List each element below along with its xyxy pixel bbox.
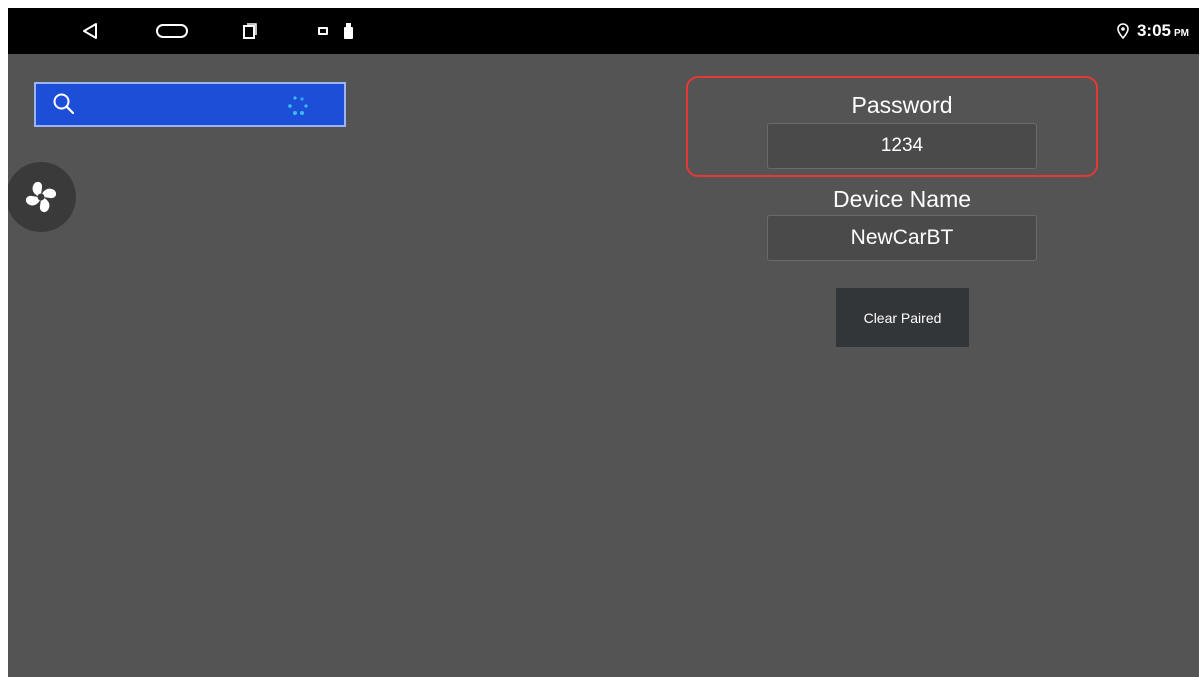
device-name-label: Device Name xyxy=(832,186,972,212)
search-bar[interactable] xyxy=(34,82,346,127)
image-notification-icon xyxy=(318,27,328,35)
fan-icon xyxy=(25,181,57,213)
home-button[interactable] xyxy=(154,19,190,43)
recents-icon xyxy=(243,23,257,39)
back-icon xyxy=(83,23,97,39)
image-notification xyxy=(316,19,330,43)
clear-paired-button[interactable]: Clear Paired xyxy=(836,288,969,347)
status-bar: 3:05 PM xyxy=(8,8,1199,54)
fan-button[interactable] xyxy=(8,162,76,232)
back-button[interactable] xyxy=(78,19,102,43)
password-label: Password xyxy=(851,92,953,118)
loading-spinner-icon xyxy=(288,96,308,115)
clock-ampm: PM xyxy=(1174,28,1189,39)
app-screen: 3:05 PM Password 1234 Device Name NewCar… xyxy=(8,8,1199,677)
password-field[interactable]: 1234 xyxy=(767,123,1037,169)
usb-notification-icon xyxy=(343,23,353,39)
location-pin-icon xyxy=(1117,23,1129,39)
home-icon xyxy=(156,24,188,38)
usb-notification xyxy=(341,19,355,43)
recents-button[interactable] xyxy=(240,19,260,43)
clock-time: 3:05 xyxy=(1136,21,1171,40)
device-name-field[interactable]: NewCarBT xyxy=(767,215,1037,261)
status-right-area: 3:05 PM xyxy=(1117,8,1189,54)
search-icon[interactable] xyxy=(52,92,76,116)
